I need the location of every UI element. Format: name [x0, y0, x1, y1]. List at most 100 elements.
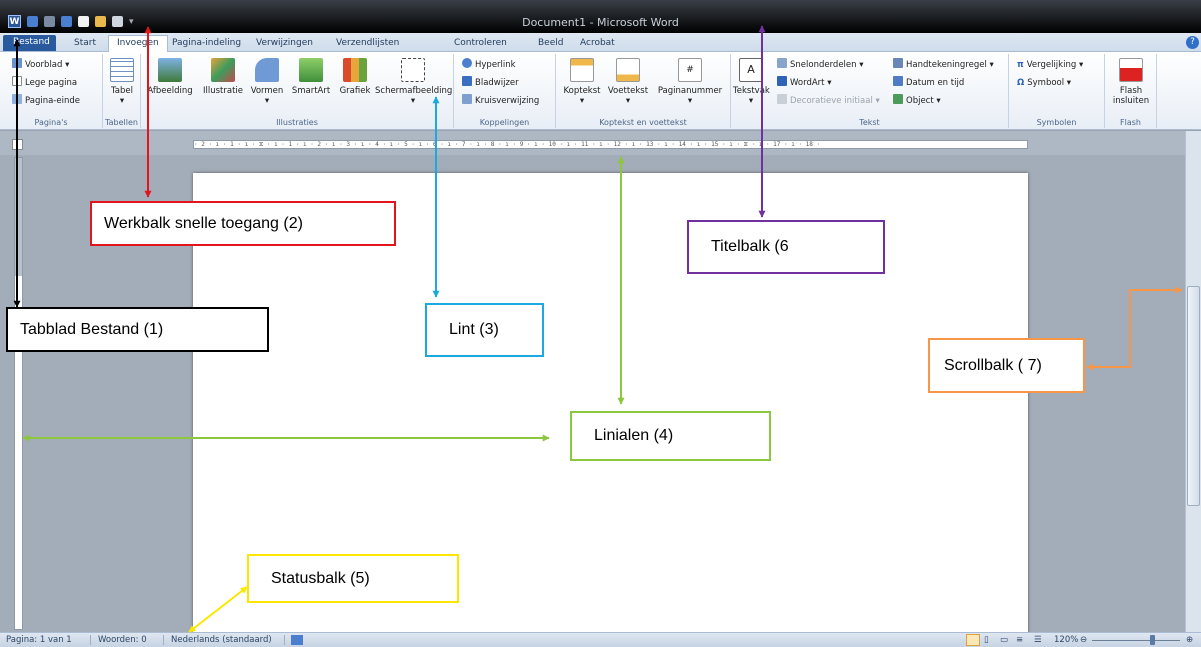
- handtekeningregel-button[interactable]: Handtekeningregel ▾: [893, 58, 994, 72]
- group-label-koppelingen: Koppelingen: [479, 118, 530, 127]
- picture-icon: [158, 58, 182, 82]
- snelonderdelen-button[interactable]: Snelonderdelen ▾: [777, 58, 864, 72]
- page-number-icon: #: [678, 58, 702, 82]
- shapes-icon: [255, 58, 279, 82]
- ribbon: Voorblad ▾ Lege pagina Pagina-einde Pagi…: [0, 52, 1201, 130]
- document-title: Document1 - Microsoft Word: [522, 16, 679, 29]
- group-label-flash: Flash: [1120, 118, 1141, 127]
- status-bar: Pagina: 1 van 1 Woorden: 0 Nederlands (s…: [0, 632, 1201, 647]
- tab-beeld[interactable]: Beeld: [538, 36, 563, 52]
- page-break-icon: [12, 94, 22, 104]
- tab-verwijzingen[interactable]: Verwijzingen: [256, 36, 313, 52]
- omega-icon: Ω: [1017, 78, 1025, 88]
- ribbon-tabs: Bestand Start Invoegen Pagina-indeling V…: [0, 33, 1201, 53]
- flash-icon: [1119, 58, 1143, 82]
- wordart-button[interactable]: WordArt ▾: [777, 76, 831, 90]
- header-icon: [570, 58, 594, 82]
- group-label-paginas: Pagina's: [34, 118, 68, 127]
- tab-acrobat[interactable]: Acrobat: [580, 36, 615, 52]
- tab-start[interactable]: Start: [74, 36, 96, 52]
- tab-pagina-indeling[interactable]: Pagina-indeling: [172, 36, 241, 52]
- group-paginas: Voorblad ▾ Lege pagina Pagina-einde Pagi…: [0, 54, 103, 128]
- callout-titelbalk: Titelbalk (6: [687, 220, 885, 274]
- tab-invoegen[interactable]: Invoegen: [108, 35, 168, 53]
- vertical-ruler[interactable]: [14, 157, 23, 630]
- smartart-button[interactable]: SmartArt: [287, 58, 335, 96]
- group-label-koptekst: Koptekst en voettekst: [599, 118, 687, 127]
- group-flash: Flash insluiten Flash: [1105, 54, 1157, 128]
- tab-selector[interactable]: [12, 139, 23, 150]
- outline-icon[interactable]: ≡: [1016, 633, 1023, 647]
- group-label-tabellen: Tabellen: [105, 118, 138, 127]
- callout-werkbalk-snelle-toegang: Werkbalk snelle toegang (2): [90, 201, 396, 246]
- group-illustraties: Afbeelding Illustratie Vormen ▾ SmartArt …: [141, 54, 454, 128]
- zoom-in-icon[interactable]: ⊕: [1186, 633, 1193, 647]
- smartart-icon: [299, 58, 323, 82]
- hyperlink-button[interactable]: Hyperlink: [462, 58, 516, 72]
- full-screen-reading-icon[interactable]: ▯: [984, 633, 989, 647]
- vormen-button[interactable]: Vormen ▾: [247, 58, 287, 106]
- group-label-illustraties: Illustraties: [276, 118, 318, 127]
- koptekst-button[interactable]: Koptekst ▾: [560, 58, 604, 106]
- clip-art-icon: [211, 58, 235, 82]
- drop-cap-icon: [777, 94, 787, 104]
- zoom-slider-thumb[interactable]: [1150, 635, 1155, 645]
- help-icon[interactable]: ?: [1186, 36, 1199, 49]
- symbool-button[interactable]: Ω Symbool ▾: [1017, 76, 1071, 90]
- callout-statusbalk: Statusbalk (5): [247, 554, 459, 603]
- tab-controleren[interactable]: Controleren: [454, 36, 507, 52]
- group-symbolen: π Vergelijking ▾ Ω Symbool ▾ Symbolen: [1009, 54, 1105, 128]
- wordart-icon: [777, 76, 787, 86]
- group-label-symbolen: Symbolen: [1036, 118, 1077, 127]
- cover-page-icon: [12, 58, 22, 68]
- group-koppelingen: Hyperlink Bladwijzer Kruisverwijzing Kop…: [454, 54, 556, 128]
- footer-icon: [616, 58, 640, 82]
- paginanummer-button[interactable]: # Paginanummer ▾: [654, 58, 726, 106]
- language[interactable]: Nederlands (standaard): [171, 633, 272, 647]
- tabel-button[interactable]: Tabel ▾: [108, 58, 136, 106]
- word-count[interactable]: Woorden: 0: [98, 633, 147, 647]
- table-icon: [110, 58, 134, 82]
- callout-lint: Lint (3): [425, 303, 544, 357]
- callout-linialen: Linialen (4): [570, 411, 771, 461]
- tekstvak-button[interactable]: A Tekstvak ▾: [733, 58, 770, 106]
- voettekst-button[interactable]: Voettekst ▾: [604, 58, 652, 106]
- chart-icon: [343, 58, 367, 82]
- pagina-einde-button[interactable]: Pagina-einde: [12, 94, 80, 108]
- lege-pagina-button[interactable]: Lege pagina: [12, 76, 77, 90]
- group-tabellen: Tabel ▾ Tabellen: [103, 54, 141, 128]
- callout-tabblad-bestand: Tabblad Bestand (1): [6, 307, 269, 352]
- screenshot-icon: [401, 58, 425, 82]
- group-koptekst-voettekst: Koptekst ▾ Voettekst ▾ # Paginanummer ▾ Kopt…: [556, 54, 731, 128]
- print-layout-icon[interactable]: [966, 634, 980, 646]
- bladwijzer-button[interactable]: Bladwijzer: [462, 76, 519, 90]
- tab-bestand[interactable]: Bestand: [3, 35, 56, 51]
- afbeelding-button[interactable]: Afbeelding: [147, 58, 193, 96]
- flash-insluiten-button[interactable]: Flash insluiten: [1109, 58, 1153, 106]
- cross-reference-icon: [462, 94, 472, 104]
- pi-icon: π: [1017, 60, 1024, 70]
- object-button[interactable]: Object ▾: [893, 94, 941, 108]
- illustratie-button[interactable]: Illustratie: [201, 58, 245, 96]
- tab-verzendlijsten[interactable]: Verzendlijsten: [336, 36, 399, 52]
- blank-page-icon: [12, 76, 22, 86]
- vergelijking-button[interactable]: π Vergelijking ▾: [1017, 58, 1083, 72]
- date-time-icon: [893, 76, 903, 86]
- schermafbeelding-button[interactable]: Schermafbeelding ▾: [375, 58, 452, 106]
- horizontal-ruler[interactable]: · 2 · ı · 1 · ı · ⧖ · ı · 1 · ı · 2 · ı …: [193, 140, 1028, 149]
- zoom-out-icon[interactable]: ⊖: [1080, 633, 1087, 647]
- zoom-level[interactable]: 120%: [1054, 633, 1078, 647]
- page-count[interactable]: Pagina: 1 van 1: [6, 633, 72, 647]
- datum-en-tijd-button[interactable]: Datum en tijd: [893, 76, 964, 90]
- draft-icon[interactable]: ☰: [1034, 633, 1042, 647]
- hyperlink-icon: [462, 58, 472, 68]
- track-changes-icon[interactable]: [291, 635, 303, 645]
- kruisverwijzing-button[interactable]: Kruisverwijzing: [462, 94, 539, 108]
- scroll-thumb[interactable]: [1187, 286, 1200, 506]
- zoom-slider[interactable]: [1092, 640, 1180, 641]
- voorblad-button[interactable]: Voorblad ▾: [12, 58, 69, 72]
- bookmark-icon: [462, 76, 472, 86]
- grafiek-button[interactable]: Grafiek: [335, 58, 375, 96]
- web-layout-icon[interactable]: ▭: [1000, 633, 1008, 647]
- vertical-scrollbar[interactable]: [1185, 131, 1201, 632]
